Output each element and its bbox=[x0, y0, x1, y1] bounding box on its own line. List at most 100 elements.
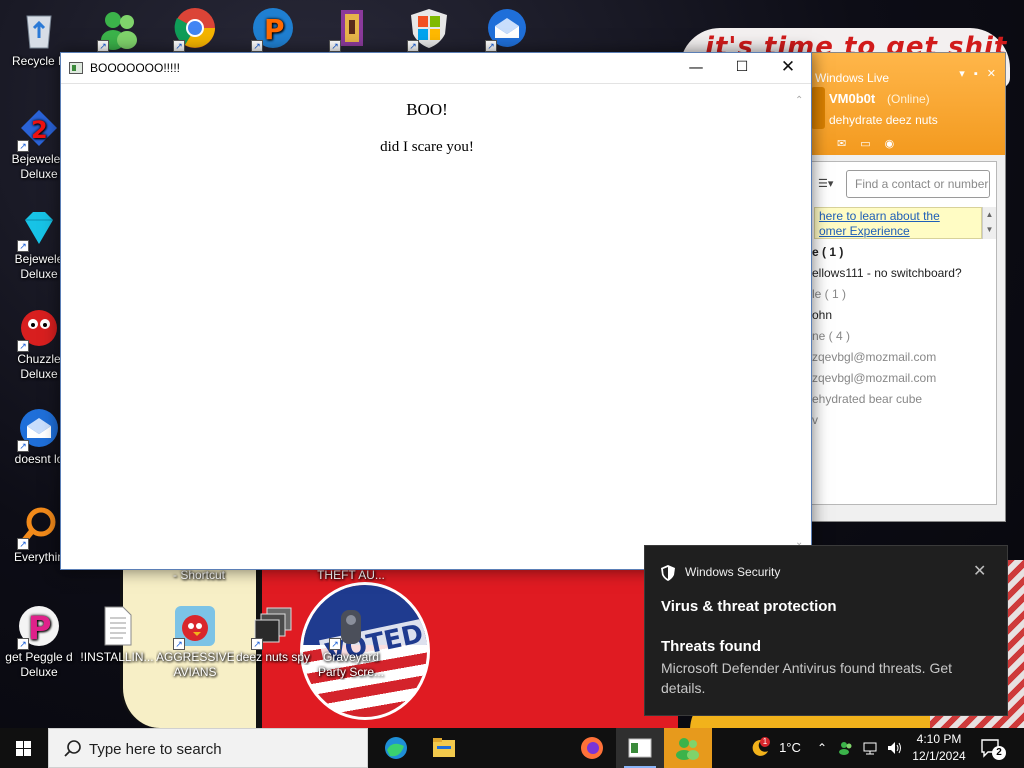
windows-logo-icon bbox=[16, 741, 32, 756]
shortcut-arrow-icon: ↗ bbox=[17, 638, 29, 650]
messenger-people-icon bbox=[676, 738, 699, 760]
messenger-quick-icons[interactable]: ✉▭◉ bbox=[837, 137, 908, 150]
tray-messenger-icon[interactable] bbox=[836, 728, 856, 768]
contact-item[interactable]: ohn bbox=[812, 305, 996, 326]
messenger-title: Windows Live bbox=[815, 71, 890, 85]
chrome-icon: ↗ bbox=[173, 6, 217, 52]
desktop-icon-shortcut[interactable]: - Shortcut bbox=[160, 568, 238, 583]
security-notification-toast[interactable]: Windows Security ✕ Virus & threat protec… bbox=[644, 545, 1008, 716]
shortcut-arrow-icon: ↗ bbox=[329, 638, 341, 650]
contact-item[interactable]: ellows111 - no switchboard? bbox=[812, 263, 996, 284]
notification-center-button[interactable]: 2 bbox=[980, 738, 1006, 760]
avatar[interactable] bbox=[811, 87, 825, 129]
taskbar-search-box[interactable]: Type here to search bbox=[48, 728, 368, 768]
desktop-icon-chrome[interactable]: ↗ bbox=[156, 6, 234, 52]
desktop-icon-messenger[interactable]: ↗ bbox=[80, 6, 158, 52]
recycle-bin-icon bbox=[17, 8, 61, 52]
contact-group[interactable]: le ( 1 ) bbox=[812, 284, 996, 305]
windows-security-shield-icon: ↗ bbox=[407, 6, 451, 52]
toast-body: Microsoft Defender Antivirus found threa… bbox=[661, 660, 953, 696]
messenger-personal-message[interactable]: dehydrate deez nuts bbox=[829, 113, 938, 127]
dialog-window-icon bbox=[628, 738, 652, 758]
everything-search-icon: ↗ bbox=[17, 504, 61, 550]
search-icon bbox=[64, 740, 81, 757]
shortcut-arrow-icon: ↗ bbox=[17, 538, 29, 550]
contact-list: e ( 1 ) ellows111 - no switchboard? le (… bbox=[812, 242, 996, 431]
volume-icon[interactable] bbox=[884, 728, 904, 768]
thunderbird-icon: ↗ bbox=[17, 406, 61, 452]
winrar-icon: ↗ bbox=[329, 6, 373, 52]
taskbar-clock[interactable]: 4:10 PM 12/1/2024 bbox=[906, 731, 972, 765]
shortcut-arrow-icon: ↗ bbox=[17, 340, 29, 352]
icon-label: THEFT AU... bbox=[317, 568, 385, 582]
banner-line[interactable]: here to learn about the bbox=[819, 209, 977, 224]
icon-label: !INSTALLIN... bbox=[80, 650, 154, 664]
boo-text: did I scare you! bbox=[380, 139, 474, 155]
shortcut-arrow-icon: ↗ bbox=[17, 140, 29, 152]
weather-temperature[interactable]: 1°C bbox=[776, 728, 804, 768]
dialog-content: BOO! did I scare you! ⌃ ⌄ bbox=[61, 85, 811, 569]
messenger-window-controls[interactable]: ▾ ▪ ✕ bbox=[959, 67, 999, 80]
start-button[interactable] bbox=[0, 728, 48, 768]
clock-date: 12/1/2024 bbox=[912, 749, 966, 763]
contact-item[interactable]: zqevbgl@mozmail.com bbox=[812, 347, 996, 368]
taskbar-boo-dialog[interactable] bbox=[616, 728, 664, 768]
icon-label: Graveyard bbox=[322, 650, 380, 664]
messenger-status[interactable]: (Online) bbox=[887, 92, 930, 106]
tray-chevron-up-icon[interactable]: ⌃ bbox=[814, 728, 830, 768]
messenger-header: Windows Live ▾ ▪ ✕ VM0b0t (Online) dehyd… bbox=[807, 53, 1005, 155]
desktop-icon-peggle[interactable]: P ↗ bbox=[234, 6, 312, 52]
banner-line[interactable]: omer Experience bbox=[819, 224, 977, 238]
shortcut-arrow-icon: ↗ bbox=[97, 40, 109, 52]
taskbar-file-explorer[interactable] bbox=[420, 728, 468, 768]
contact-group[interactable]: e ( 1 ) bbox=[812, 242, 996, 263]
svg-text:P: P bbox=[264, 13, 285, 46]
desktop-icon-thunderbird[interactable]: ↗ bbox=[468, 6, 546, 52]
taskbar-firefox[interactable] bbox=[568, 728, 616, 768]
text-document-icon bbox=[95, 604, 139, 648]
contact-item[interactable]: zqevbgl@mozmail.com bbox=[812, 368, 996, 389]
toast-subheading: Threats found bbox=[661, 638, 761, 655]
icon-label: - Shortcut bbox=[172, 568, 226, 582]
dialog-titlebar[interactable]: BOOOOOOO!!!!! — ☐ ✕ bbox=[61, 53, 811, 84]
shortcut-arrow-icon: ↗ bbox=[329, 40, 341, 52]
desktop-icon-peggle-deluxe[interactable]: P ↗ get Peggle d Deluxe bbox=[0, 604, 78, 680]
contact-item[interactable]: v bbox=[812, 410, 996, 431]
contact-group[interactable]: ne ( 4 ) bbox=[812, 326, 996, 347]
scroll-up-icon[interactable]: ⌃ bbox=[795, 95, 803, 106]
icon-label: AGGRESSIVE bbox=[156, 650, 234, 664]
taskbar-edge[interactable] bbox=[372, 728, 420, 768]
minimize-button[interactable]: — bbox=[673, 53, 719, 83]
weather-widget[interactable]: 1 bbox=[744, 728, 778, 768]
network-icon[interactable] bbox=[860, 728, 880, 768]
desktop-icon-theft-auto[interactable]: THEFT AU... bbox=[312, 568, 390, 583]
icon-label: get Peggle d bbox=[5, 650, 73, 664]
shortcut-arrow-icon: ↗ bbox=[17, 240, 29, 252]
thunderbird-icon: ↗ bbox=[485, 6, 529, 52]
messenger-username[interactable]: VM0b0t bbox=[829, 91, 875, 106]
icon-label: AVIANS bbox=[173, 665, 217, 679]
view-options-icon[interactable]: ☰▾ bbox=[818, 177, 833, 190]
close-button[interactable]: ✕ bbox=[765, 53, 811, 83]
desktop-icon-winrar[interactable]: ↗ bbox=[312, 6, 390, 52]
desktop-icon-deez-nuts-spy[interactable]: ↗ deez nuts spy bbox=[234, 604, 312, 665]
messenger-info-banner[interactable]: here to learn about the omer Experience bbox=[814, 207, 982, 239]
desktop-icon-installing[interactable]: !INSTALLIN... bbox=[78, 604, 156, 665]
shortcut-arrow-icon: ↗ bbox=[251, 638, 263, 650]
app-window-icon bbox=[69, 62, 83, 74]
messenger-window[interactable]: Windows Live ▾ ▪ ✕ VM0b0t (Online) dehyd… bbox=[806, 52, 1006, 522]
desktop-icon-security[interactable]: ↗ bbox=[390, 6, 468, 52]
contact-item[interactable]: ehydrated bear cube bbox=[812, 389, 996, 410]
contact-search-input[interactable]: Find a contact or number bbox=[846, 170, 990, 198]
maximize-button[interactable]: ☐ bbox=[719, 53, 765, 83]
toast-close-button[interactable]: ✕ bbox=[973, 561, 986, 580]
desktop-icon-aggressive-avians[interactable]: ↗ AGGRESSIVE AVIANS bbox=[156, 604, 234, 680]
desktop-icon-graveyard[interactable]: ↗ Graveyard Party Scre... bbox=[312, 604, 390, 680]
chuzzle-icon: ↗ bbox=[17, 306, 61, 352]
taskbar-messenger[interactable] bbox=[664, 728, 712, 768]
messenger-people-icon: ↗ bbox=[97, 6, 141, 52]
angry-bird-icon: ↗ bbox=[173, 604, 217, 650]
vertical-scrollbar[interactable]: ⌃ ⌄ bbox=[793, 85, 811, 569]
boo-dialog-window[interactable]: BOOOOOOO!!!!! — ☐ ✕ BOO! did I scare you… bbox=[60, 52, 812, 570]
banner-scrollbar[interactable]: ▲ ▼ bbox=[982, 207, 996, 239]
